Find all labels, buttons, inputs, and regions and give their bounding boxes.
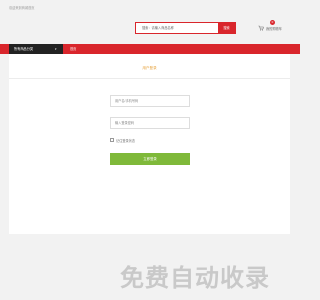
password-field[interactable] <box>110 117 190 129</box>
nav-bar: 所有商品分类 ▾ 首页 <box>0 44 300 54</box>
login-button[interactable]: 立即登录 <box>110 153 190 165</box>
account-field[interactable] <box>110 95 190 107</box>
search-input[interactable] <box>136 23 218 33</box>
remember-checkbox[interactable] <box>110 138 114 142</box>
cart-icon <box>258 25 264 31</box>
all-categories-menu[interactable]: 所有商品分类 ▾ <box>9 44 63 54</box>
all-categories-label: 所有商品分类 <box>14 47 34 51</box>
caret-down-icon: ▾ <box>55 47 57 51</box>
top-bar: 欢迎来到商城首页 <box>0 0 300 14</box>
search-button[interactable]: 搜索 <box>218 23 235 33</box>
title-divider <box>9 78 290 79</box>
search-box: 搜索 <box>135 22 236 34</box>
welcome-text: 欢迎来到商城首页 <box>9 6 35 10</box>
login-title: 用户登录 <box>142 66 157 70</box>
nav-home-link[interactable]: 首页 <box>70 44 76 54</box>
remember-label: 记住登录状态 <box>116 139 136 143</box>
login-panel: 用户登录 记住登录状态 立即登录 <box>9 54 290 234</box>
cart-link[interactable]: 0 我的购物车 <box>258 20 288 34</box>
cart-label: 我的购物车 <box>266 27 282 31</box>
cart-count-badge: 0 <box>270 20 275 25</box>
watermark-text: 免费自动收录 <box>120 264 270 292</box>
